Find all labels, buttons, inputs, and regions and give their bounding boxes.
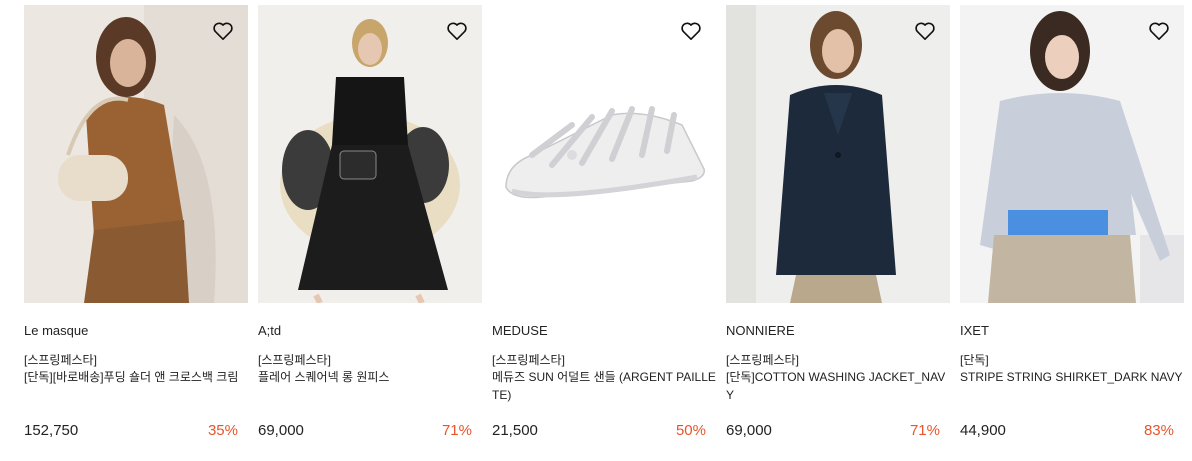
- product-card[interactable]: A;td [스프링페스타] 플레어 스퀘어넥 롱 원피스 69,000 71%: [258, 5, 482, 441]
- product-thumbnail[interactable]: [258, 5, 482, 303]
- discount-rate: 71%: [909, 422, 940, 439]
- wishlist-heart-icon[interactable]: [444, 18, 470, 44]
- price-row: 21,500 50%: [492, 421, 716, 441]
- price: 21,500: [492, 422, 538, 439]
- discount-rate: 50%: [675, 422, 706, 439]
- discount-rate: 83%: [1143, 422, 1174, 439]
- brand-name[interactable]: IXET: [960, 323, 1184, 339]
- brand-name[interactable]: MEDUSE: [492, 323, 716, 339]
- product-thumbnail[interactable]: [726, 5, 950, 303]
- brand-name[interactable]: Le masque: [24, 323, 248, 339]
- price-row: 152,750 35%: [24, 421, 248, 441]
- price-row: 69,000 71%: [726, 421, 950, 441]
- product-title[interactable]: 메듀즈 SUN 어덜트 샌들 (ARGENT PAILLETE): [492, 368, 716, 406]
- clear-jelly-sandal-photo: [492, 5, 716, 303]
- wishlist-heart-icon[interactable]: [1146, 18, 1172, 44]
- price: 44,900: [960, 422, 1006, 439]
- product-title[interactable]: [단독]COTTON WASHING JACKET_NAVY: [726, 368, 950, 406]
- product-card[interactable]: NONNIERE [스프링페스타] [단독]COTTON WASHING JAC…: [726, 5, 950, 441]
- promo-tag: [스프링페스타]: [258, 353, 331, 367]
- product-title[interactable]: 플레어 스퀘어넥 롱 원피스: [258, 368, 482, 406]
- wishlist-heart-icon[interactable]: [678, 18, 704, 44]
- price: 69,000: [726, 422, 772, 439]
- brand-name[interactable]: A;td: [258, 323, 482, 339]
- promo-tag: [스프링페스타]: [726, 353, 799, 367]
- price: 152,750: [24, 422, 79, 439]
- model-in-striped-shirt-photo: [960, 5, 1184, 303]
- product-grid: Le masque [스프링페스타] [단독][바로배송]푸딩 숄더 앤 크로스…: [0, 0, 1192, 461]
- product-thumbnail[interactable]: [492, 5, 716, 303]
- promo-tag: [스프링페스타]: [492, 353, 565, 367]
- product-card[interactable]: IXET [단독] STRIPE STRING SHIRKET_DARK NAV…: [960, 5, 1184, 441]
- promo-tag: [단독]: [960, 353, 989, 367]
- product-title[interactable]: [단독][바로배송]푸딩 숄더 앤 크로스백 크림: [24, 368, 248, 406]
- brand-name[interactable]: NONNIERE: [726, 323, 950, 339]
- price-row: 44,900 83%: [960, 421, 1184, 441]
- product-title[interactable]: STRIPE STRING SHIRKET_DARK NAVY: [960, 368, 1184, 406]
- wishlist-heart-icon[interactable]: [210, 18, 236, 44]
- model-with-shoulder-bag-photo: [24, 5, 248, 303]
- model-in-navy-jacket-photo: [726, 5, 950, 303]
- wishlist-heart-icon[interactable]: [912, 18, 938, 44]
- product-thumbnail[interactable]: [24, 5, 248, 303]
- discount-rate: 71%: [441, 422, 472, 439]
- promo-tag: [스프링페스타]: [24, 353, 97, 367]
- product-thumbnail[interactable]: [960, 5, 1184, 303]
- price-row: 69,000 71%: [258, 421, 482, 441]
- product-card[interactable]: Le masque [스프링페스타] [단독][바로배송]푸딩 숄더 앤 크로스…: [24, 5, 248, 441]
- product-card[interactable]: MEDUSE [스프링페스타] 메듀즈 SUN 어덜트 샌들 (ARGENT P…: [492, 5, 716, 441]
- price: 69,000: [258, 422, 304, 439]
- discount-rate: 35%: [207, 422, 238, 439]
- model-in-black-dress-photo: [258, 5, 482, 303]
